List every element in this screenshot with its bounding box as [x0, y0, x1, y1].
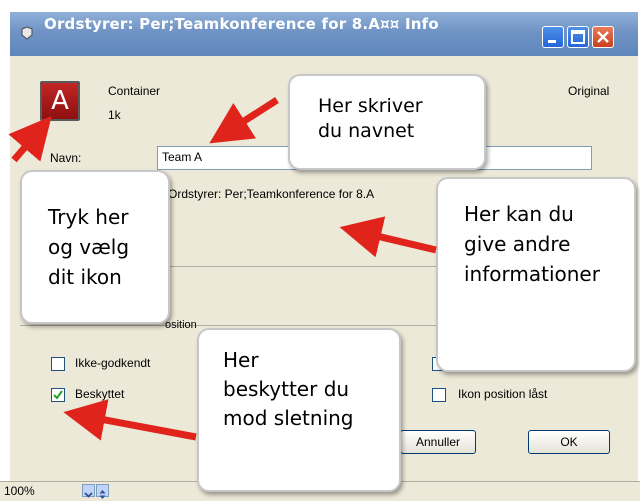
arrow-to-name-field	[209, 97, 279, 144]
arrow-to-info-field	[339, 216, 437, 258]
arrow-to-item-icon	[8, 116, 52, 163]
annotation-arrows	[8, 97, 437, 441]
arrow-to-protect-checkbox	[63, 399, 197, 441]
